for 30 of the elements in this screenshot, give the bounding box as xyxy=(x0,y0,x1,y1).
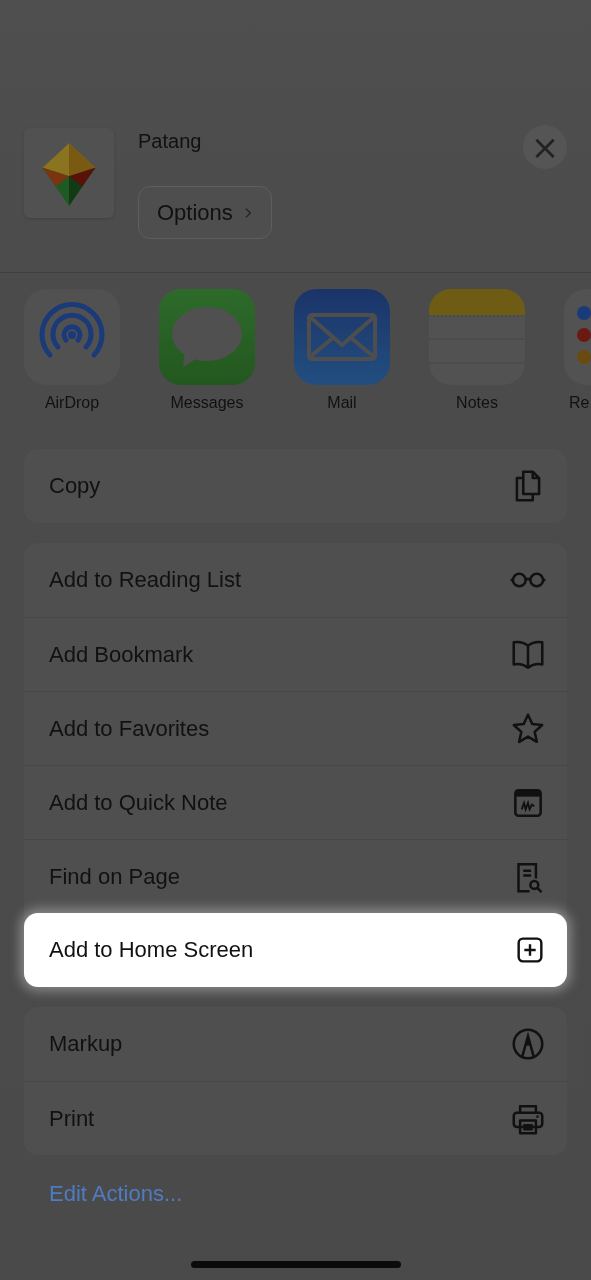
action-label: Markup xyxy=(49,1031,123,1057)
action-label: Copy xyxy=(49,473,101,499)
app-label: Messages xyxy=(170,394,244,412)
action-row[interactable]: Add Bookmark xyxy=(24,617,567,691)
action-label: Find on Page xyxy=(49,863,180,890)
mail-icon[interactable] xyxy=(294,289,390,385)
action-label: Add to Reading List xyxy=(49,567,242,593)
action-row[interactable]: Add to Reading List xyxy=(24,543,567,617)
close-button[interactable]: × xyxy=(523,125,567,169)
edit-actions-link[interactable]: Edit Actions... xyxy=(49,1181,591,1207)
notes-icon[interactable] xyxy=(429,289,525,385)
app-label: Re xyxy=(569,394,590,412)
action-row[interactable]: Markup xyxy=(24,1007,567,1081)
action-row[interactable]: Copy xyxy=(24,449,567,523)
action-row[interactable]: Add to Quick Note xyxy=(24,765,567,839)
airdrop-icon[interactable] xyxy=(24,289,120,385)
app-label: Mail xyxy=(327,394,357,412)
page-title: Patang xyxy=(138,130,202,153)
app-label: AirDrop xyxy=(44,394,100,412)
action-row[interactable]: Add to Home Screen xyxy=(24,913,567,987)
action-label: Add Bookmark xyxy=(49,641,194,668)
options-button[interactable]: Options xyxy=(138,186,272,239)
action-row[interactable]: Print xyxy=(24,1081,567,1155)
action-label: Add to Favorites xyxy=(49,715,210,742)
action-label: Print xyxy=(49,1105,95,1132)
action-label: Add to Quick Note xyxy=(49,789,228,816)
app-label: Notes xyxy=(456,394,498,412)
action-row[interactable]: Add to Favorites xyxy=(24,691,567,765)
action-label: Add to Home Screen xyxy=(49,937,254,963)
messages-icon[interactable] xyxy=(159,289,255,385)
